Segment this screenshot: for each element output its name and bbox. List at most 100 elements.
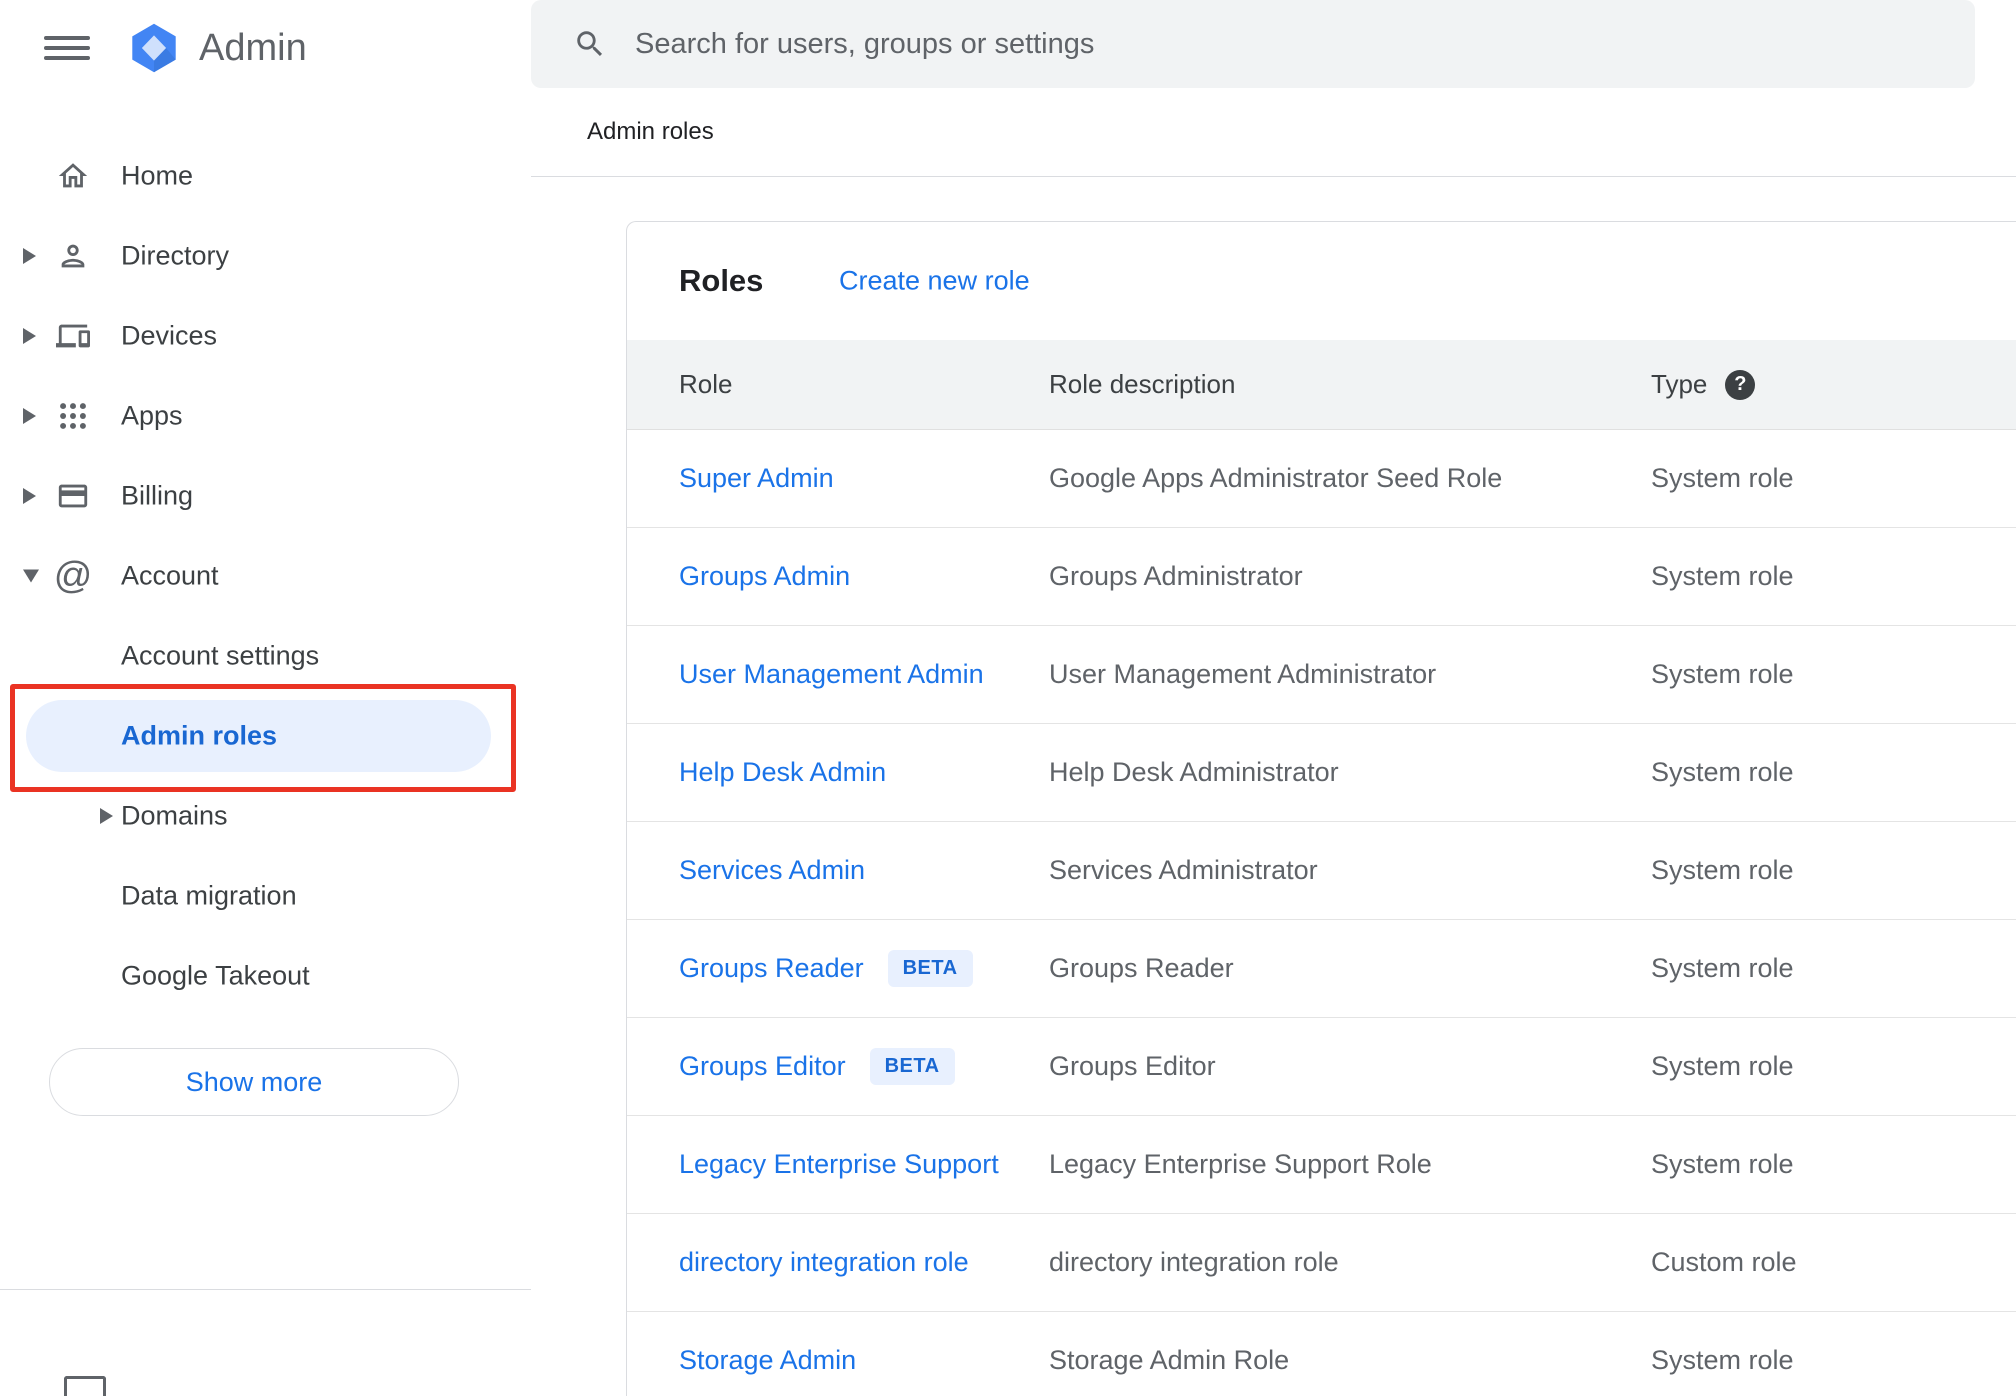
- role-type: System role: [1651, 757, 1794, 787]
- role-link[interactable]: User Management Admin: [679, 659, 984, 690]
- role-description: Legacy Enterprise Support Role: [1049, 1149, 1432, 1179]
- table-row: Groups Editor BETA Groups Editor System rol…: [627, 1018, 2016, 1116]
- chevron-right-icon[interactable]: [23, 248, 36, 264]
- search-bar[interactable]: [531, 0, 1975, 88]
- chevron-right-icon[interactable]: [23, 408, 36, 424]
- sidebar-item-label: Directory: [121, 240, 230, 271]
- apps-icon: [55, 398, 91, 434]
- chevron-right-icon[interactable]: [23, 488, 36, 504]
- sidebar-item-label: Account settings: [121, 640, 320, 671]
- show-more-button[interactable]: Show more: [49, 1048, 459, 1116]
- at-icon: @: [53, 555, 93, 597]
- role-link[interactable]: Groups Editor: [679, 1051, 846, 1082]
- role-type: System role: [1651, 953, 1794, 983]
- role-link[interactable]: Super Admin: [679, 463, 834, 494]
- sidebar-item-data-migration[interactable]: Data migration: [0, 856, 531, 936]
- column-role-description: Role description: [1049, 369, 1236, 399]
- role-link[interactable]: Help Desk Admin: [679, 757, 886, 788]
- sidebar-item-account-settings[interactable]: Account settings: [0, 616, 531, 696]
- role-type: System role: [1651, 855, 1794, 885]
- table-row: Groups Reader BETA Groups Reader System rol…: [627, 920, 2016, 1018]
- home-icon: [55, 158, 91, 194]
- sidebar-item-label: Admin roles: [121, 720, 278, 751]
- role-description: User Management Administrator: [1049, 659, 1437, 689]
- devices-icon: [55, 318, 91, 354]
- table-row: Help Desk Admin Help Desk Administrator Sy…: [627, 724, 2016, 822]
- admin-hexagon-icon: [126, 20, 182, 76]
- role-type: Custom role: [1651, 1247, 1797, 1277]
- sidebar-item-label: Data migration: [121, 880, 297, 911]
- role-description: Storage Admin Role: [1049, 1345, 1290, 1375]
- menu-button[interactable]: [44, 30, 90, 66]
- roles-card-header: Roles Create new role: [627, 222, 2016, 340]
- sidebar: Admin Home Directory Devices Apps Billing @ Ac…: [0, 0, 531, 1396]
- role-type: System role: [1651, 561, 1794, 591]
- hamburger-bar: [44, 56, 90, 60]
- sidebar-item-label: Apps: [121, 400, 183, 431]
- main-content: Admin roles Roles Create new role Role R…: [531, 0, 2016, 1396]
- table-row: User Management Admin User Management Adm…: [627, 626, 2016, 724]
- roles-title: Roles: [679, 263, 764, 298]
- role-link[interactable]: Groups Reader: [679, 953, 864, 984]
- chevron-down-icon[interactable]: [23, 569, 39, 583]
- role-description: Help Desk Administrator: [1049, 757, 1339, 787]
- sidebar-item-admin-roles[interactable]: Admin roles: [0, 696, 531, 776]
- chevron-right-icon[interactable]: [100, 808, 113, 824]
- chevron-right-icon[interactable]: [23, 328, 36, 344]
- role-type: System role: [1651, 1149, 1794, 1179]
- sidebar-item-google-takeout[interactable]: Google Takeout: [0, 936, 531, 1016]
- search-input[interactable]: [635, 27, 1945, 61]
- role-link[interactable]: Storage Admin: [679, 1345, 856, 1376]
- role-link[interactable]: Legacy Enterprise Support: [679, 1149, 999, 1180]
- table-row: Legacy Enterprise Support Legacy Enterpri…: [627, 1116, 2016, 1214]
- sidebar-item-label: Billing: [121, 480, 194, 511]
- role-description: Groups Reader: [1049, 953, 1234, 983]
- column-type: Type: [1651, 369, 1708, 399]
- table-row: Groups Admin Groups Administrator System r…: [627, 528, 2016, 626]
- table-row: Super Admin Google Apps Administrator See…: [627, 430, 2016, 528]
- sidebar-item-directory[interactable]: Directory: [0, 216, 531, 296]
- sidebar-item-label: Home: [121, 160, 194, 191]
- roles-table-body: Super Admin Google Apps Administrator See…: [627, 430, 2016, 1396]
- card-icon: [55, 478, 91, 514]
- sidebar-item-apps[interactable]: Apps: [0, 376, 531, 456]
- create-new-role-link[interactable]: Create new role: [839, 266, 1030, 297]
- role-link[interactable]: Groups Admin: [679, 561, 850, 592]
- breadcrumb: Admin roles: [587, 118, 714, 145]
- roles-card: Roles Create new role Role Role descript…: [626, 221, 2016, 1396]
- sidebar-item-label: Account: [121, 560, 219, 591]
- role-link[interactable]: Services Admin: [679, 855, 865, 886]
- role-type: System role: [1651, 1345, 1794, 1375]
- role-type: System role: [1651, 1051, 1794, 1081]
- sidebar-item-devices[interactable]: Devices: [0, 296, 531, 376]
- role-description: directory integration role: [1049, 1247, 1339, 1277]
- admin-logo[interactable]: Admin: [126, 20, 307, 76]
- role-description: Groups Administrator: [1049, 561, 1303, 591]
- beta-badge: BETA: [887, 950, 973, 987]
- table-row: Storage Admin Storage Admin Role System ro…: [627, 1312, 2016, 1396]
- role-description: Services Administrator: [1049, 855, 1318, 885]
- role-description: Groups Editor: [1049, 1051, 1216, 1081]
- role-type: System role: [1651, 463, 1794, 493]
- sidebar-item-domains[interactable]: Domains: [0, 776, 531, 856]
- hamburger-bar: [44, 36, 90, 40]
- role-link[interactable]: directory integration role: [679, 1247, 969, 1278]
- sidebar-item-label: Devices: [121, 320, 218, 351]
- search-icon: [573, 27, 607, 61]
- table-header: Role Role description Type ?: [627, 340, 2016, 430]
- app-title: Admin: [199, 26, 307, 69]
- sidebar-item-label: Google Takeout: [121, 960, 310, 991]
- sidebar-nav: Home Directory Devices Apps Billing @ Account A…: [0, 136, 531, 1016]
- role-description: Google Apps Administrator Seed Role: [1049, 463, 1503, 493]
- sidebar-item-billing[interactable]: Billing: [0, 456, 531, 536]
- table-row: Services Admin Services Administrator Syst…: [627, 822, 2016, 920]
- sidebar-item-account[interactable]: @ Account: [0, 536, 531, 616]
- help-icon[interactable]: ?: [1725, 369, 1756, 400]
- sidebar-item-home[interactable]: Home: [0, 136, 531, 216]
- divider: [0, 1289, 531, 1290]
- beta-badge: BETA: [869, 1048, 955, 1085]
- role-type: System role: [1651, 659, 1794, 689]
- divider: [531, 176, 2016, 177]
- bottom-nav-icon-partial[interactable]: [64, 1376, 106, 1396]
- table-row: directory integration role directory inte…: [627, 1214, 2016, 1312]
